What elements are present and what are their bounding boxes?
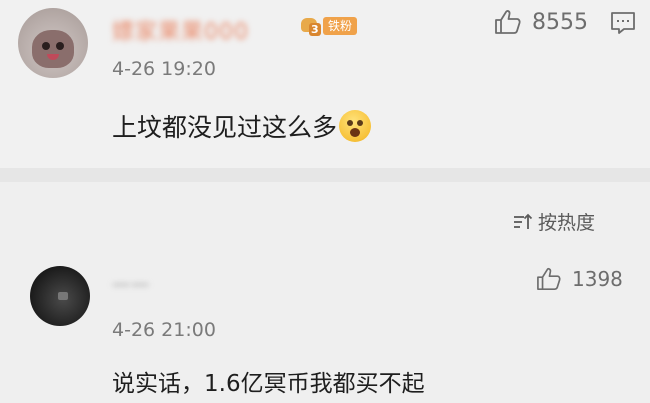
comment-time: 4-26 21:00	[112, 319, 216, 341]
badge-label: 铁粉	[323, 17, 358, 35]
thumbs-up-icon	[495, 10, 521, 34]
avatar[interactable]	[18, 8, 88, 78]
sort-button[interactable]: 按热度	[512, 208, 595, 235]
comment-text: 上坟都没见过这么多	[112, 108, 372, 144]
comment-menu-icon[interactable]	[610, 11, 636, 35]
avatar-face	[32, 30, 74, 68]
fan-badge[interactable]: 3 铁粉	[300, 15, 358, 37]
like-button[interactable]: 1398	[536, 267, 623, 291]
avatar[interactable]	[30, 266, 90, 326]
comment-text: 说实话，1.6亿冥币我都买不起	[112, 371, 425, 397]
comment-item: 嫖家果果000 3 铁粉 8555 4-26 19:20 上坟都没见过这么多	[0, 0, 650, 168]
like-count: 1398	[572, 267, 623, 291]
sort-label: 按热度	[538, 212, 596, 234]
like-count: 8555	[532, 9, 588, 35]
username[interactable]: 嫖家果果000	[112, 14, 249, 46]
like-button[interactable]: 8555	[494, 9, 588, 35]
comment-item: 一一 1398 4-26 21:00 说实话，1.6亿冥币我都买不起	[0, 252, 650, 403]
sort-icon	[514, 213, 533, 229]
sort-bar: 按热度	[0, 182, 650, 252]
shocked-face-emoji	[339, 110, 372, 142]
avatar-eye	[56, 42, 64, 50]
badge-level: 3	[309, 23, 321, 36]
thumbs-up-icon	[537, 267, 561, 290]
fan-badge-icon: 3	[300, 15, 322, 37]
avatar-eye	[42, 42, 50, 50]
username[interactable]: 一一	[112, 272, 150, 298]
section-divider	[0, 168, 650, 182]
comment-time: 4-26 19:20	[112, 58, 216, 80]
comment-body: 上坟都没见过这么多	[112, 113, 338, 142]
